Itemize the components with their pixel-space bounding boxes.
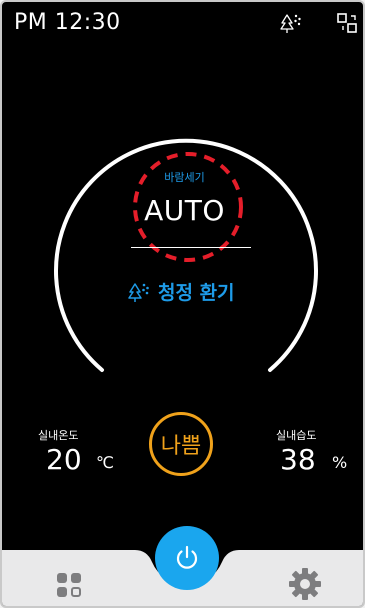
power-icon [176, 545, 198, 569]
settings-gear-icon[interactable] [288, 567, 322, 601]
bottom-nav-bar [2, 550, 363, 606]
thermostat-screen: PM 12:30 바람세기 AUTO 청정 환기 실내온도 20 ℃ 나쁨 실내… [0, 0, 365, 608]
power-button[interactable] [155, 526, 219, 590]
menu-grid-icon[interactable] [56, 572, 82, 598]
